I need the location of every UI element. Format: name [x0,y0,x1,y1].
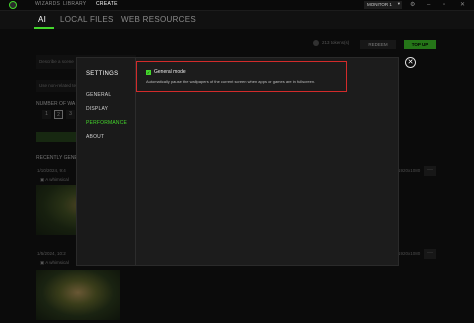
gear-icon[interactable]: ⚙ [410,0,415,10]
chevron-down-icon: ▾ [397,1,400,6]
tab-ai[interactable]: AI [38,15,46,24]
nav-library[interactable]: LIBRARY [63,1,86,7]
close-icon: ✕ [407,59,414,66]
title-bar: WIZARDS LIBRARY CREATE MONITOR 1 ▾ ⚙ – ▫… [0,0,474,11]
settings-item-about[interactable]: ABOUT [86,134,104,140]
tab-web-resources[interactable]: WEB RESOURCES [121,15,196,24]
monitor-label: MONITOR 1 [367,2,392,7]
general-mode-title: General mode [154,69,186,75]
settings-item-general[interactable]: GENERAL [86,92,111,98]
general-mode-checkbox[interactable]: ✓ [146,70,151,75]
general-mode-description: Automatically pause the wallpapers of th… [146,79,316,84]
nav-create[interactable]: CREATE [96,1,118,7]
settings-item-display[interactable]: DISPLAY [86,106,108,112]
general-mode-setting: ✓ General mode Automatically pause the w… [136,61,347,92]
maximize-icon[interactable]: ▫ [443,0,445,10]
app-logo-icon [9,1,17,9]
close-icon[interactable]: ✕ [460,0,465,10]
settings-title: SETTINGS [86,71,119,77]
nav-wizards[interactable]: WIZARDS [35,1,60,7]
monitor-select[interactable]: MONITOR 1 ▾ [364,1,402,9]
settings-sidebar: SETTINGS GENERAL DISPLAY PERFORMANCE ABO… [77,58,136,265]
tab-local-files[interactable]: LOCAL FILES [60,15,114,24]
checkmark-icon: ✓ [146,70,151,75]
close-dialog-button[interactable]: ✕ [405,57,416,68]
minimize-icon[interactable]: – [427,0,430,10]
settings-item-performance[interactable]: PERFORMANCE [86,120,127,126]
tab-bar: AI LOCAL FILES WEB RESOURCES [0,11,474,29]
